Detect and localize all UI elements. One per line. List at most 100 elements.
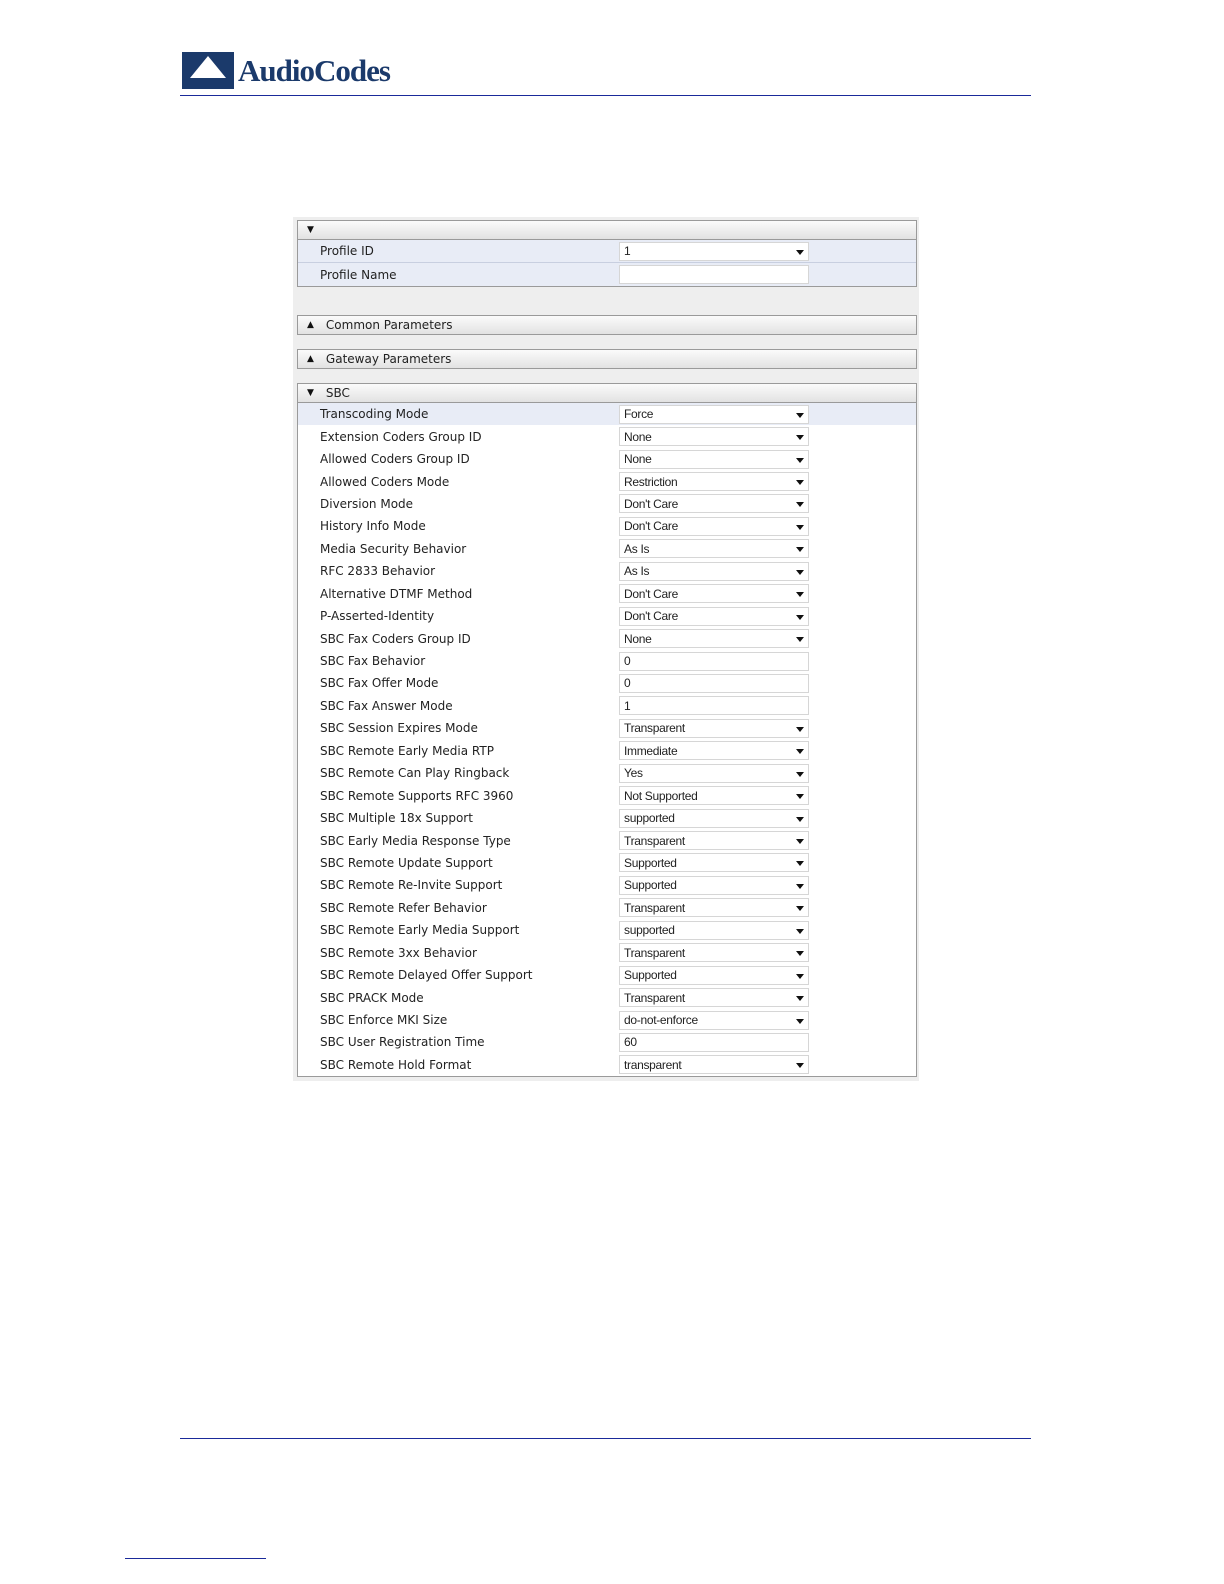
form-row: Profile ID 1 xyxy=(298,240,916,263)
select-field[interactable]: Transparent xyxy=(619,718,809,738)
form-row: SBC User Registration Time 60 xyxy=(298,1031,916,1053)
field-label: Profile Name xyxy=(320,267,397,282)
select-field[interactable]: Force xyxy=(619,404,809,424)
dropdown-arrow-icon[interactable] xyxy=(796,614,804,620)
common-parameters-header[interactable]: ▲ Common Parameters xyxy=(297,315,917,335)
text-field[interactable]: 1 xyxy=(619,696,809,716)
field-label: SBC Remote 3xx Behavior xyxy=(320,945,477,960)
field-label: SBC Remote Early Media RTP xyxy=(320,743,494,758)
select-field[interactable]: None xyxy=(619,449,809,469)
dropdown-arrow-icon[interactable] xyxy=(796,996,804,1002)
dropdown-arrow-icon[interactable] xyxy=(796,637,804,643)
dropdown-arrow-icon[interactable] xyxy=(796,816,804,822)
select-field[interactable]: do-not-enforce xyxy=(619,1010,809,1030)
dropdown-arrow-icon[interactable] xyxy=(796,592,804,598)
field-label: Diversion Mode xyxy=(320,496,414,511)
select-field[interactable]: transparent xyxy=(619,1055,809,1075)
select-field[interactable]: Don't Care xyxy=(619,516,809,536)
field-value: Transparent xyxy=(624,721,685,736)
select-field[interactable]: Don't Care xyxy=(619,584,809,604)
dropdown-arrow-icon[interactable] xyxy=(796,771,804,777)
dropdown-arrow-icon[interactable] xyxy=(796,906,804,912)
header-divider xyxy=(180,95,1031,96)
select-field[interactable]: Restriction xyxy=(619,472,809,492)
dropdown-arrow-icon[interactable] xyxy=(796,973,804,979)
footer-divider xyxy=(180,1438,1031,1439)
coders-profile-panel: ▼ Profile ID 1 Profile Name ▲ Common Parame… xyxy=(293,217,919,1081)
select-field[interactable]: Transparent xyxy=(619,831,809,851)
dropdown-arrow-icon[interactable] xyxy=(796,794,804,800)
field-label: SBC PRACK Mode xyxy=(320,990,424,1005)
field-label: Allowed Coders Group ID xyxy=(320,452,470,467)
footnote-divider xyxy=(125,1558,266,1559)
dropdown-arrow-icon[interactable] xyxy=(796,928,804,934)
select-field[interactable]: As Is xyxy=(619,561,809,581)
field-label: SBC Session Expires Mode xyxy=(320,721,478,736)
field-value: 1 xyxy=(624,698,631,713)
dropdown-arrow-icon[interactable] xyxy=(796,457,804,463)
dropdown-arrow-icon[interactable] xyxy=(796,435,804,441)
text-field[interactable]: 0 xyxy=(619,673,809,693)
select-field[interactable]: Supported xyxy=(619,965,809,985)
dropdown-arrow-icon[interactable] xyxy=(796,883,804,889)
dropdown-arrow-icon[interactable] xyxy=(796,412,804,418)
form-row: Alternative DTMF Method Don't Care xyxy=(298,583,916,605)
field-label: SBC Enforce MKI Size xyxy=(320,1013,448,1028)
select-field[interactable]: Don't Care xyxy=(619,494,809,514)
field-label: SBC Fax Answer Mode xyxy=(320,698,453,713)
select-field[interactable]: Transparent xyxy=(619,988,809,1008)
dropdown-arrow-icon[interactable] xyxy=(796,1063,804,1069)
logo-mark-icon xyxy=(182,52,234,89)
field-label: Alternative DTMF Method xyxy=(320,586,473,601)
text-field[interactable]: 0 xyxy=(619,651,809,671)
select-field[interactable]: As Is xyxy=(619,539,809,559)
dropdown-arrow-icon[interactable] xyxy=(796,861,804,867)
select-field[interactable]: supported xyxy=(619,808,809,828)
dropdown-arrow-icon[interactable] xyxy=(796,839,804,845)
form-row: Extension Coders Group ID None xyxy=(298,425,916,447)
text-field[interactable] xyxy=(619,265,809,284)
form-row: Allowed Coders Mode Restriction xyxy=(298,470,916,492)
dropdown-arrow-icon[interactable] xyxy=(796,524,804,530)
field-label: P-Asserted-Identity xyxy=(320,609,435,624)
select-field[interactable]: Supported xyxy=(619,875,809,895)
select-field[interactable]: supported xyxy=(619,920,809,940)
dropdown-arrow-icon[interactable] xyxy=(796,547,804,553)
field-label: SBC Early Media Response Type xyxy=(320,833,511,848)
text-field[interactable]: 60 xyxy=(619,1032,809,1052)
dropdown-arrow-icon[interactable] xyxy=(796,249,804,255)
dropdown-arrow-icon[interactable] xyxy=(796,569,804,575)
dropdown-arrow-icon[interactable] xyxy=(796,749,804,755)
dropdown-arrow-icon[interactable] xyxy=(796,951,804,957)
form-row: SBC Remote Update Support Supported xyxy=(298,852,916,874)
field-label: Profile ID xyxy=(320,244,374,258)
select-field[interactable]: 1 xyxy=(619,241,809,261)
form-row: SBC Remote Hold Format transparent xyxy=(298,1054,916,1076)
dropdown-arrow-icon[interactable] xyxy=(796,726,804,732)
select-field[interactable]: Don't Care xyxy=(619,606,809,626)
field-label: SBC Remote Can Play Ringback xyxy=(320,766,510,781)
sbc-section-header[interactable]: ▼ SBC xyxy=(297,383,917,403)
form-row: SBC Fax Behavior 0 xyxy=(298,650,916,672)
select-field[interactable]: Transparent xyxy=(619,898,809,918)
dropdown-arrow-icon[interactable] xyxy=(796,480,804,486)
select-field[interactable]: Supported xyxy=(619,853,809,873)
logo-text: AudioCodes xyxy=(238,52,391,88)
form-row: Media Security Behavior As Is xyxy=(298,538,916,560)
form-row: RFC 2833 Behavior As Is xyxy=(298,560,916,582)
select-field[interactable]: Not Supported xyxy=(619,786,809,806)
select-field[interactable]: Yes xyxy=(619,763,809,783)
form-row: SBC Remote Re-Invite Support Supported xyxy=(298,874,916,896)
gateway-parameters-header[interactable]: ▲ Gateway Parameters xyxy=(297,349,917,369)
dropdown-arrow-icon[interactable] xyxy=(796,502,804,508)
select-field[interactable]: Immediate xyxy=(619,741,809,761)
select-field[interactable]: None xyxy=(619,427,809,447)
form-row: SBC Fax Offer Mode 0 xyxy=(298,672,916,694)
select-field[interactable]: Transparent xyxy=(619,943,809,963)
dropdown-arrow-icon[interactable] xyxy=(796,1018,804,1024)
field-label: SBC Remote Re-Invite Support xyxy=(320,878,503,893)
general-section-header[interactable]: ▼ xyxy=(297,220,917,240)
select-field[interactable]: None xyxy=(619,629,809,649)
field-value: As Is xyxy=(624,564,650,579)
field-label: SBC Remote Update Support xyxy=(320,855,493,870)
